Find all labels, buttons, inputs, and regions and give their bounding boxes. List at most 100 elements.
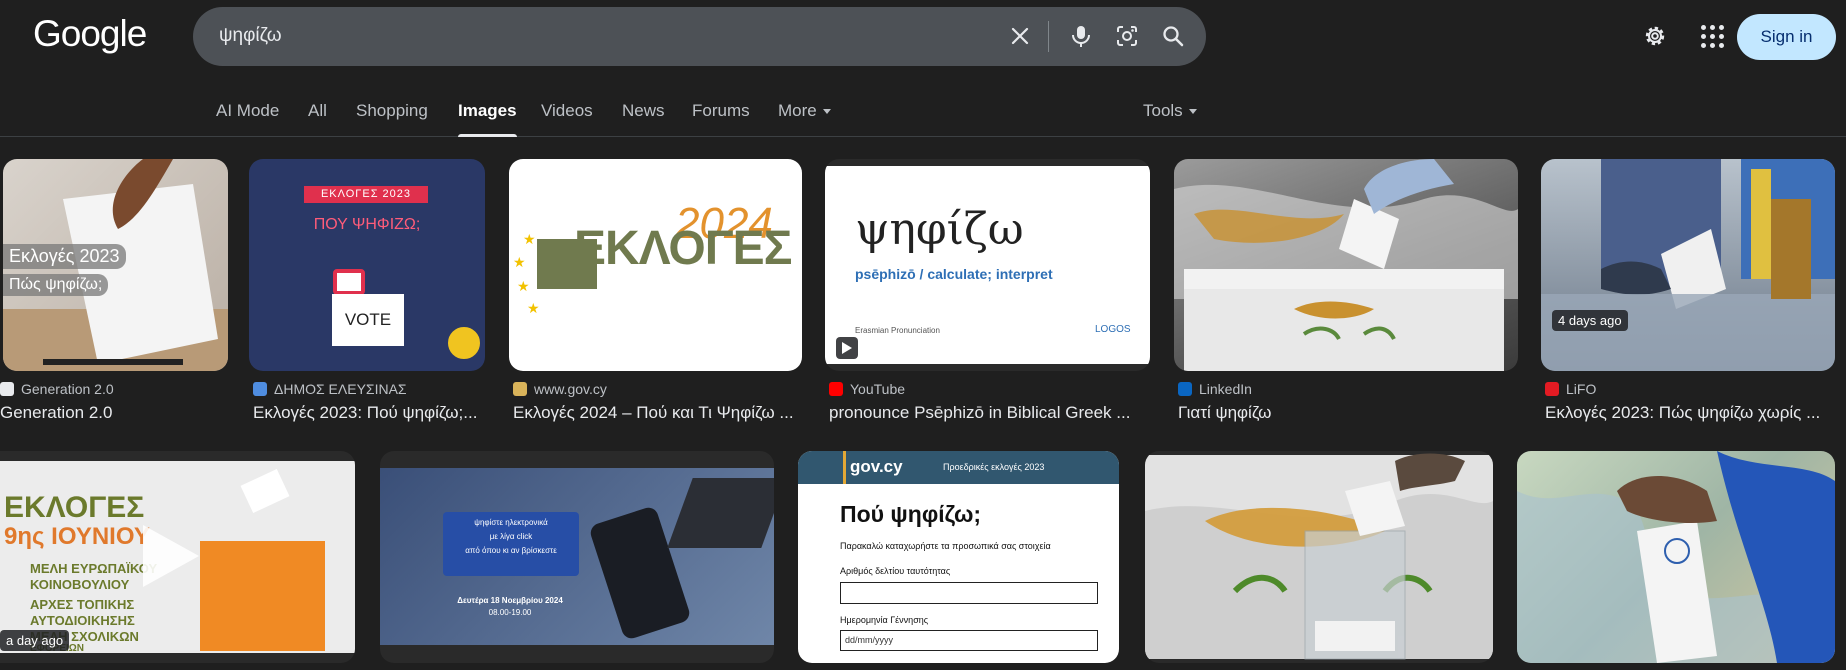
result-title[interactable]: Εκλογές 2024 – Πού και Τι Ψηφίζω ... [513, 403, 802, 423]
google-logo[interactable]: Google [33, 13, 147, 55]
thumb-text: Παρακαλώ καταχωρήστε τα προσωπικά σας στ… [840, 541, 1051, 551]
laptop-icon [667, 478, 774, 548]
municipality-seal-icon [445, 324, 483, 362]
thumb-text: ΑΥΤΟΔΙΟΙΚΗΣΗΣ [30, 613, 135, 628]
result-thumbnail[interactable]: 4 days ago [1541, 159, 1835, 371]
result-thumbnail[interactable] [1517, 451, 1835, 663]
age-badge: 4 days ago [1552, 310, 1628, 331]
thumb-text: με λίγα click [489, 532, 533, 541]
thumb-text: ΠΟΥ ΨΗΦΙΖΩ; [313, 216, 421, 233]
thumb-text: ΕΚΛΟΓΕΣ 2023 [304, 186, 428, 203]
video-frame: ψηφίζω psēphizō / calculate; interpret E… [825, 166, 1150, 364]
result-thumbnail[interactable] [1174, 159, 1518, 371]
search-icon[interactable] [1159, 22, 1187, 50]
result-source-name: Generation 2.0 [21, 381, 114, 397]
result-thumbnail[interactable]: Εκλογές 2023 Πώς ψηφίζω; [3, 159, 228, 371]
result-source-name: ΔΗΜΟΣ ΕΛΕΥΣΙΝΑΣ [274, 381, 407, 397]
result-title[interactable]: Εκλογές 2023: Πώς ψηφίζω χωρίς ... [1545, 403, 1835, 423]
tab-all[interactable]: All [308, 101, 327, 137]
chevron-down-icon [1188, 109, 1197, 115]
result-source[interactable]: ΔΗΜΟΣ ΕΛΕΥΣΙΝΑΣ [253, 381, 407, 397]
age-badge: a day ago [0, 630, 70, 651]
thumb-text: Εκλογές 2023 [3, 244, 126, 269]
thumb-text: Δευτέρα 18 Νοεμβρίου 2024 [457, 596, 563, 605]
site-favicon-icon [253, 382, 267, 396]
thumb-text: Προεδρικές εκλογές 2023 [943, 462, 1045, 472]
result-title[interactable]: Generation 2.0 [0, 403, 225, 423]
eu-stars-icon: ★ ★ ★ ★ [513, 231, 540, 316]
linkedin-icon [1178, 382, 1192, 396]
close-icon[interactable] [1006, 22, 1034, 50]
tools-button[interactable]: Tools [1143, 101, 1197, 137]
thumb-text: 9ης ΙΟΥΝΙΟΥ [4, 523, 150, 550]
site-favicon-icon [513, 382, 527, 396]
result-thumbnail[interactable]: gov.cy Προεδρικές εκλογές 2023 Πού ψηφίζ… [798, 451, 1119, 663]
thumb-text: LOGOS [1095, 324, 1131, 335]
result-thumbnail[interactable] [1145, 451, 1493, 663]
play-icon [143, 525, 199, 587]
thumb-text: ψηφίστε ηλεκτρονικά [474, 518, 548, 527]
search-input[interactable] [217, 21, 997, 51]
tab-videos[interactable]: Videos [541, 101, 593, 137]
result-thumbnail[interactable]: ψηφίζω psēphizō / calculate; interpret E… [825, 159, 1150, 371]
tools-label: Tools [1143, 101, 1183, 120]
result-source[interactable]: Generation 2.0 [0, 381, 114, 397]
result-source[interactable]: LinkedIn [1178, 381, 1252, 397]
result-source-name: LiFO [1566, 381, 1597, 397]
result-source[interactable]: www.gov.cy [513, 381, 607, 397]
result-thumbnail[interactable]: ψηφίστε ηλεκτρονικά με λίγα click από όπ… [380, 451, 774, 663]
play-icon [836, 337, 858, 359]
lens-camera-icon[interactable] [1113, 22, 1141, 50]
result-thumbnail[interactable]: ΕΚΛΟΓΕΣ 2023 ΠΟΥ ΨΗΦΙΖΩ; VOTE [249, 159, 485, 371]
tab-more-label: More [778, 101, 817, 120]
search-box[interactable] [193, 7, 1206, 66]
sign-in-button[interactable]: Sign in [1737, 14, 1836, 60]
cyprus-flag-ballot-image [1145, 453, 1493, 660]
thumb-text: ΕΚΛΟΓΕΣ [4, 491, 145, 524]
tab-more[interactable]: More [778, 101, 831, 137]
result-source[interactable]: LiFO [1545, 381, 1596, 397]
youtube-icon [829, 382, 843, 396]
map-ballot-image [1517, 451, 1835, 663]
result-thumbnail[interactable]: 2024 ΕΚΛΟΓΕΣ ★ ★ ★ ★ [509, 159, 802, 371]
tab-news[interactable]: News [622, 101, 665, 137]
birth-date-field: dd/mm/yyyy [840, 630, 1098, 651]
microphone-icon[interactable] [1067, 22, 1095, 50]
thumb-text: dd/mm/yyyy [845, 635, 894, 645]
thumb-text: ΚΟΙΝΟΒΟΥΛΙΟΥ [30, 577, 130, 592]
ballot-box-icon [200, 541, 325, 651]
tab-shopping[interactable]: Shopping [356, 101, 428, 137]
thumb-text: ψηφίζω [855, 204, 1024, 255]
thumb-text: Πού ψηφίζω; [840, 501, 982, 527]
result-title[interactable]: Εκλογές 2023: Πού ψηφίζω;... [253, 403, 485, 423]
result-title[interactable]: pronounce Psēphizō in Biblical Greek ... [829, 403, 1150, 423]
svg-text:★: ★ [527, 300, 540, 316]
thumb-text: 08.00-19.00 [488, 608, 532, 617]
site-favicon-icon [0, 382, 14, 396]
result-title[interactable]: Γιατί ψηφίζω [1178, 403, 1518, 423]
result-thumbnail[interactable]: ΕΚΛΟΓΕΣ 9ης ΙΟΥΝΙΟΥ ΜΕΛΗ ΕΥΡΩΠΑΪΚΟΥ ΚΟΙΝ… [0, 451, 355, 663]
thumb-text: VOTE [332, 294, 404, 346]
thumb-text: ΕΚΛΟΓΕΣ [574, 222, 792, 275]
gear-icon[interactable] [1641, 22, 1669, 50]
tab-ai-mode[interactable]: AI Mode [216, 101, 279, 137]
cyprus-ballot-box-image [1174, 159, 1518, 371]
thumb-text: από όπου κι αν βρίσκεστε [465, 546, 557, 555]
apps-grid-icon[interactable] [1697, 22, 1725, 50]
tab-images[interactable]: Images [458, 101, 517, 137]
result-source-name: www.gov.cy [534, 381, 607, 397]
search-tabs: AI Mode All Shopping Images Videos News … [0, 86, 1846, 137]
thumb-text: ΑΡΧΕΣ ΤΟΠΙΚΗΣ [30, 597, 135, 612]
svg-text:★: ★ [523, 231, 536, 247]
result-source-name: LinkedIn [1199, 381, 1252, 397]
thumb-text: Erasmian Pronunciation [855, 326, 940, 335]
thumb-text: Αριθμός δελτίου ταυτότητας [840, 566, 951, 576]
site-favicon-icon [1545, 382, 1559, 396]
tab-forums[interactable]: Forums [692, 101, 750, 137]
svg-text:★: ★ [513, 254, 526, 270]
thumb-text: Πώς ψηφίζω; [3, 274, 109, 296]
govcy-accent [843, 451, 846, 484]
ballot-icon [333, 269, 365, 295]
result-source[interactable]: YouTube [829, 381, 905, 397]
result-source-name: YouTube [850, 381, 906, 397]
